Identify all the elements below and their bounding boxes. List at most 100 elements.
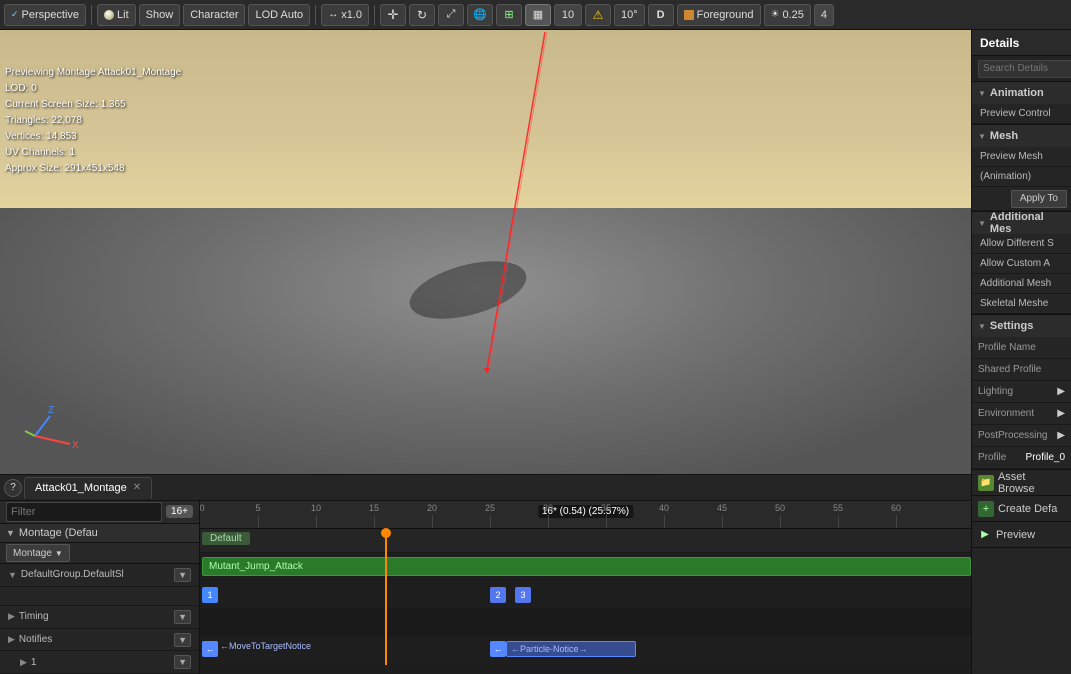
- apply-to-button[interactable]: Apply To: [1011, 190, 1067, 208]
- grid-icon-btn[interactable]: ▦: [525, 4, 551, 26]
- preview-label: Preview: [996, 529, 1035, 541]
- additional-mesh-label: Additional Mes: [990, 211, 1065, 235]
- track-labels: 16+ ▼ Montage (Defau Montage ▼: [0, 501, 200, 674]
- skeletal-mesh-label: Skeletal Meshe: [980, 298, 1048, 309]
- mesh-section-header[interactable]: ▼ Mesh: [972, 125, 1071, 147]
- postprocessing-label: PostProcessing: [978, 430, 1057, 441]
- viewport[interactable]: Z X Previewing Montage Attack01_Montage …: [0, 30, 971, 474]
- scale-icon-btn[interactable]: ⤢: [438, 4, 464, 26]
- rotate-icon-btn[interactable]: ↻: [409, 4, 435, 26]
- create-default-row[interactable]: + Create Defa: [972, 496, 1071, 522]
- settings-section-header[interactable]: ▼ Settings: [972, 315, 1071, 337]
- track-row-spacer: [0, 587, 199, 606]
- viewport-column: Z X Previewing Montage Attack01_Montage …: [0, 30, 971, 674]
- additional-mesh-section: ▼ Additional Mes Allow Different S Allow…: [972, 212, 1071, 315]
- ruler-20: 20: [427, 503, 437, 513]
- default-section-label: Default: [202, 532, 250, 545]
- track-content[interactable]: 16* (0.54) (25.57%) 0 5 10 15: [200, 501, 971, 674]
- additional-tri-icon: ▼: [978, 219, 986, 228]
- lighting-label: Lighting: [978, 386, 1057, 397]
- lit-label: Lit: [117, 9, 129, 21]
- track-row-notifies: ▶ Notifies ▼: [0, 629, 199, 652]
- preview-control-row: Preview Control: [972, 104, 1071, 124]
- hud-overlay: Previewing Montage Attack01_Montage LOD:…: [5, 65, 181, 177]
- ruler-55: 55: [833, 503, 843, 513]
- mutant-track-bar[interactable]: Mutant_Jump_Attack: [202, 557, 971, 576]
- details-title: Details: [980, 36, 1019, 50]
- montage-group-header[interactable]: ▼ Montage (Defau: [0, 524, 199, 543]
- move-notify-icon: ←: [202, 641, 218, 657]
- tick-30: [548, 515, 549, 528]
- hud-line6: UV Channels: 1: [5, 145, 181, 161]
- move-notify-label: ←MoveToTargetNotice: [220, 641, 311, 651]
- lighting-row: Lighting ▶: [972, 381, 1071, 403]
- character-label: Character: [190, 9, 238, 21]
- perspective-label: Perspective: [22, 9, 79, 21]
- tick-50: [780, 515, 781, 528]
- notifies-chevron-icon[interactable]: ▶: [8, 634, 15, 645]
- create-default-label: Create Defa: [998, 503, 1057, 515]
- count-btn[interactable]: 10: [554, 4, 582, 26]
- timeline-track-montage-group: Default: [200, 529, 971, 553]
- top-toolbar: ✓ Perspective Lit Show Character LOD Aut…: [0, 0, 1071, 30]
- timing-chevron-icon[interactable]: ▶: [8, 611, 15, 622]
- help-icon-btn[interactable]: ?: [4, 479, 22, 497]
- right-panel: Details ▼ Animation Preview Control ▼ Me…: [971, 30, 1071, 674]
- sep1: [91, 5, 92, 25]
- move-icon-btn[interactable]: ✛: [380, 4, 406, 26]
- timing-badge-3: 3: [515, 587, 531, 603]
- apply-row: Apply To: [972, 187, 1071, 211]
- tab-close-btn[interactable]: ✕: [133, 482, 141, 493]
- scale-btn[interactable]: ↔ x1.0: [321, 4, 369, 26]
- timeline-ruler-header: 16* (0.54) (25.57%) 0 5 10 15: [200, 501, 971, 529]
- exposure-btn[interactable]: ☀ 0.25: [764, 4, 811, 26]
- snap-icon-btn[interactable]: ⊞: [496, 4, 522, 26]
- track-dropdown-btn[interactable]: ▼: [174, 568, 191, 582]
- lit-btn[interactable]: Lit: [97, 4, 136, 26]
- tick-35: [606, 515, 607, 528]
- asset-browser-row[interactable]: 📁 Asset Browse: [972, 470, 1071, 496]
- warning-icon-btn[interactable]: ⚠: [585, 4, 611, 26]
- group-chevron-icon[interactable]: ▼: [8, 570, 17, 580]
- particle-notify-icon: ←: [490, 641, 506, 657]
- ruler-10: 10: [311, 503, 321, 513]
- montage-tab[interactable]: Attack01_Montage ✕: [24, 477, 152, 499]
- notifies-track-name: Notifies: [19, 634, 170, 645]
- perspective-btn[interactable]: ✓ Perspective: [4, 4, 86, 26]
- particle-notify-bar: ←Particle-Notice→: [506, 641, 636, 657]
- layers-btn[interactable]: 4: [814, 4, 834, 26]
- tick-60: [896, 515, 897, 528]
- preview-row[interactable]: ▶ Preview: [972, 522, 1071, 548]
- notify-sub-chevron[interactable]: ▶: [20, 657, 27, 668]
- details-search-row: [972, 56, 1071, 82]
- d-icon-btn[interactable]: D: [648, 4, 674, 26]
- count-label: 4: [821, 9, 827, 21]
- ruler-15: 15: [369, 503, 379, 513]
- details-panel-header: Details: [972, 30, 1071, 56]
- character-btn[interactable]: Character: [183, 4, 245, 26]
- fov-btn[interactable]: 10°: [614, 4, 645, 26]
- track-filter-input[interactable]: [6, 502, 162, 522]
- details-search-input[interactable]: [978, 60, 1071, 78]
- notifies-dropdown-btn[interactable]: ▼: [174, 633, 191, 647]
- timing-dropdown-btn[interactable]: ▼: [174, 610, 191, 624]
- animation-section-header[interactable]: ▼ Animation: [972, 82, 1071, 104]
- notify-sub-dropdown[interactable]: ▼: [174, 655, 191, 669]
- environment-arrow-icon: ▶: [1057, 408, 1065, 419]
- lod-btn[interactable]: LOD Auto: [248, 4, 310, 26]
- animation-sub-row: (Animation): [972, 167, 1071, 187]
- mesh-section-label: Mesh: [990, 130, 1018, 142]
- world-icon-btn[interactable]: 🌐: [467, 4, 493, 26]
- environment-row: Environment ▶: [972, 403, 1071, 425]
- lod-label: LOD Auto: [255, 9, 303, 21]
- foreground-btn[interactable]: Foreground: [677, 4, 761, 26]
- additional-mesh-header[interactable]: ▼ Additional Mes: [972, 212, 1071, 234]
- lighting-arrow-icon: ▶: [1057, 386, 1065, 397]
- montage-button[interactable]: Montage ▼: [6, 544, 70, 562]
- show-btn[interactable]: Show: [139, 4, 181, 26]
- settings-tri-icon: ▼: [978, 322, 986, 331]
- timeline-track-notifies: [200, 609, 971, 637]
- tick-45: [722, 515, 723, 528]
- montage-tab-label: Attack01_Montage: [35, 482, 127, 494]
- tick-40: [664, 515, 665, 528]
